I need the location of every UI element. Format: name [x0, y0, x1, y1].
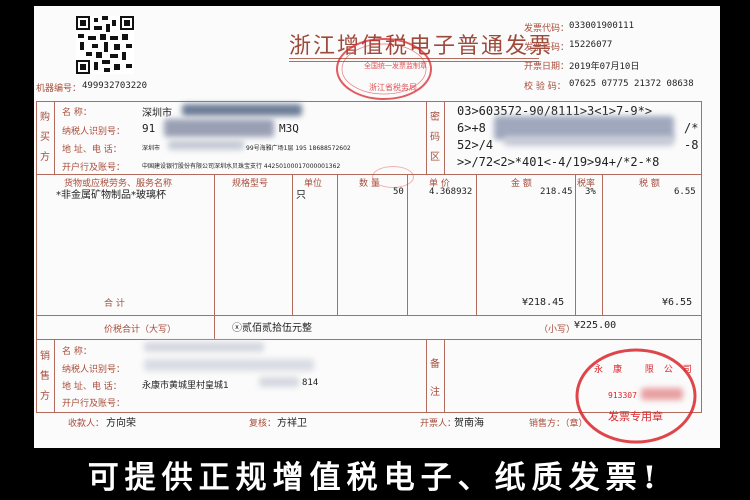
cipher-line-2: 6>+8: [457, 121, 486, 135]
seller-address: 永康市黄城里村皇城1: [142, 381, 229, 391]
col-unit: 单位: [304, 179, 323, 189]
tax-stamp-top-text: 全国统一发票监制章: [364, 62, 427, 70]
buyer-address-tail: 99号海雅广场1层 195 18688572602: [246, 145, 351, 152]
buyer-taxid-label: 纳税人识别号：: [62, 127, 126, 137]
promo-banner: 可提供正规增值税电子、纸质发票!: [87, 460, 663, 496]
seller-stamp-ring: 永康 限公司: [594, 365, 702, 375]
reviewer: 方祥卫: [277, 418, 307, 429]
cipher-line-2-tail: /*: [684, 121, 699, 135]
drawer-label: 开票人：: [420, 419, 457, 429]
reviewer-label: 复核：: [249, 419, 277, 429]
grand-total-label: 价税合计（大写）: [104, 325, 177, 335]
cipher-area-label: 密码区: [430, 112, 440, 163]
machine-number: 499932703220: [82, 81, 148, 91]
drawer: 贺南海: [454, 418, 484, 429]
redaction: [641, 388, 683, 400]
row-tax: 6.55: [674, 187, 696, 197]
remarks-label: 备注: [430, 359, 440, 398]
buyer-address-label: 地 址、电 话：: [62, 145, 122, 155]
seller-stamp-bottom: 发票专用章: [608, 410, 663, 423]
cipher-line-3: 52>/4: [457, 138, 494, 152]
cipher-line-3-tail: -8: [684, 138, 699, 152]
buyer-address: 深圳市: [142, 145, 161, 152]
check-code-label: 校 验 码：: [524, 82, 566, 92]
total-tax: ¥6.55: [662, 297, 693, 308]
buyer-taxid-tail: M3Q: [279, 122, 299, 135]
redaction: [168, 140, 244, 150]
buyer-side-label: 购买方: [40, 112, 50, 163]
row-unit: 只: [296, 190, 306, 201]
col-tax: 税 额: [639, 179, 660, 189]
seller-taxid-label: 纳税人识别号：: [62, 365, 126, 375]
payee-label: 收款人：: [68, 419, 105, 429]
redaction: [182, 104, 302, 116]
seller-name-label: 名 称：: [62, 347, 92, 357]
stamp-fragment: [372, 166, 414, 188]
small-total-label: （小写）: [539, 325, 576, 335]
buyer-bank: 中国建设银行股份有限公司深圳水贝珠宝支行 4425010001700000136…: [142, 163, 341, 170]
buyer-name: 深圳市: [142, 108, 172, 119]
total-label: 合 计: [104, 299, 125, 309]
row-item: *非金属矿物制品*玻璃杯: [56, 190, 166, 201]
seller-address-tail: 814: [302, 378, 319, 388]
redaction: [144, 359, 314, 371]
number-label: 发票号码：: [524, 43, 570, 53]
invoice-date: 2019年07月10日: [569, 62, 640, 72]
invoice-number: 15226077: [569, 40, 613, 50]
row-amount: 218.45: [540, 187, 573, 197]
invoice-code: 033001900111: [569, 21, 635, 31]
seller-address-label: 地 址、电 话：: [62, 382, 122, 392]
row-price: 4.368932: [429, 187, 473, 197]
check-code: 07625 07775 21372 08638: [569, 79, 694, 89]
tax-stamp-bottom-text: 浙江省税务局: [369, 83, 417, 92]
redaction: [259, 377, 299, 387]
row-rate: 3%: [585, 187, 596, 197]
seller-bank-label: 开户行及账号：: [62, 399, 126, 409]
seller-seal-label: 销售方：（章）: [529, 419, 588, 429]
grand-total-words: ⓧ贰佰贰拾伍元整: [232, 323, 312, 334]
row-qty: 50: [393, 187, 404, 197]
col-amount: 金 额: [511, 179, 532, 189]
payee: 方向荣: [106, 418, 136, 429]
small-total: ¥225.00: [574, 320, 617, 331]
total-amount: ¥218.45: [522, 297, 565, 308]
code-label: 发票代码：: [524, 24, 570, 34]
col-spec: 规格型号: [232, 179, 269, 189]
buyer-bank-label: 开户行及账号：: [62, 163, 126, 173]
buyer-name-label: 名 称：: [62, 108, 92, 118]
redaction: [164, 119, 274, 137]
qr-code-icon: [76, 16, 134, 74]
redaction: [504, 136, 674, 146]
redaction: [144, 342, 264, 352]
seller-side-label: 销售方: [40, 351, 50, 402]
seller-stamp-code: 913307: [608, 391, 637, 400]
buyer-taxid: 91: [142, 122, 156, 135]
cipher-line-4: >>/72<2>*401<-4/19>94+/*2-*8: [457, 155, 660, 169]
machine-number-label: 机器编号：: [36, 84, 82, 94]
date-label: 开票日期：: [524, 62, 570, 72]
invoice-sheet: 机器编号： 499932703220 浙江增值税电子普通发票 全国统一发票监制章…: [34, 6, 720, 448]
